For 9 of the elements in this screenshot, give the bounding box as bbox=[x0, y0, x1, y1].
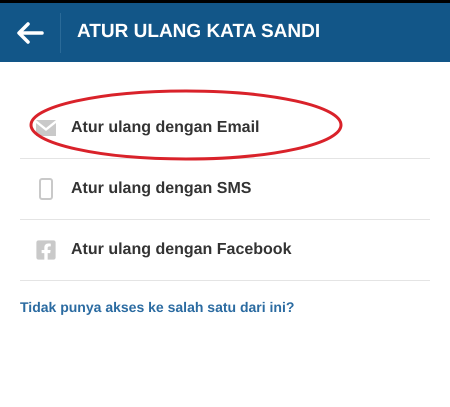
phone-icon bbox=[39, 178, 53, 200]
facebook-icon bbox=[35, 239, 57, 261]
envelope-icon bbox=[36, 120, 56, 136]
reset-option[interactable]: Atur ulang dengan Email bbox=[20, 98, 430, 158]
back-arrow-icon bbox=[16, 22, 44, 44]
reset-option[interactable]: Atur ulang dengan Facebook bbox=[20, 220, 430, 280]
help-link[interactable]: Tidak punya akses ke salah satu dari ini? bbox=[20, 297, 430, 318]
screen-title: ATUR ULANG KATA SANDI bbox=[77, 20, 320, 44]
reset-option[interactable]: Atur ulang dengan SMS bbox=[20, 159, 430, 219]
